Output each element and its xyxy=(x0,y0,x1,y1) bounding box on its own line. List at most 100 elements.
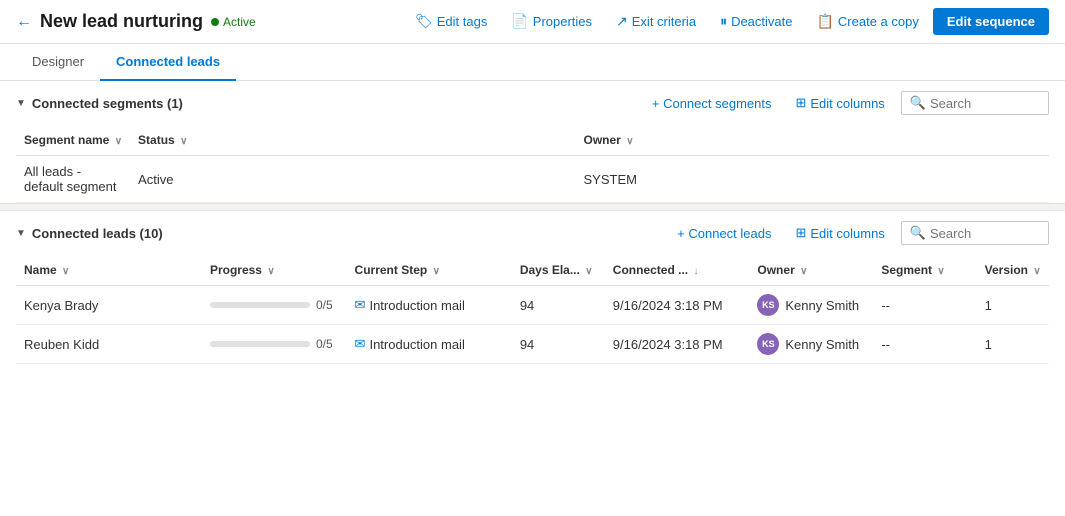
leads-title-text: Connected leads (10) xyxy=(32,226,163,241)
edit-columns-icon: ⊞ xyxy=(795,95,806,111)
back-button[interactable]: ← xyxy=(16,13,32,31)
leads-section: ▼ Connected leads (10) + Connect leads ⊞… xyxy=(0,211,1065,364)
th-current-step: Current Step ∨ xyxy=(347,255,512,286)
deactivate-label: Deactivate xyxy=(731,14,792,29)
connect-leads-button[interactable]: + Connect leads xyxy=(669,222,779,245)
edit-tags-button[interactable]: 🏷 Edit tags xyxy=(405,9,497,34)
lead-progress-cell: 0/5 xyxy=(202,325,347,364)
step-cell: ✉ Introduction mail xyxy=(355,297,504,313)
segments-actions: + Connect segments ⊞ Edit columns 🔍 xyxy=(644,91,1049,115)
email-icon: ✉ xyxy=(355,297,366,313)
days-elapsed-cell: 94 xyxy=(512,286,605,325)
exit-criteria-label: Exit criteria xyxy=(632,14,696,29)
connected-date-cell: 9/16/2024 3:18 PM xyxy=(605,286,750,325)
edit-sequence-button[interactable]: Edit sequence xyxy=(933,8,1049,35)
properties-button[interactable]: 📄 Properties xyxy=(501,9,602,34)
owner-cell: SYSTEM xyxy=(576,156,1050,203)
lead-progress-cell: 0/5 xyxy=(202,286,347,325)
properties-icon: 📄 xyxy=(511,13,528,30)
segments-title-text: Connected segments (1) xyxy=(32,96,183,111)
progress-label: 0/5 xyxy=(316,298,333,312)
create-copy-label: Create a copy xyxy=(838,14,919,29)
segments-section: ▼ Connected segments (1) + Connect segme… xyxy=(0,81,1065,203)
tab-connected-leads[interactable]: Connected leads xyxy=(100,44,236,81)
lead-segment-sort-icon[interactable]: ∨ xyxy=(937,266,944,277)
lead-segment-cell: -- xyxy=(873,286,976,325)
th-days-elapsed: Days Ela... ∨ xyxy=(512,255,605,286)
step-cell: ✉ Introduction mail xyxy=(355,336,504,352)
lead-owner-sort-icon[interactable]: ∨ xyxy=(800,266,807,277)
tab-designer[interactable]: Designer xyxy=(16,44,100,81)
segments-table: Segment name ∨ Status ∨ Owner ∨ All lead… xyxy=(16,125,1049,203)
avatar: KS xyxy=(757,333,779,355)
leads-edit-columns-label: Edit columns xyxy=(810,226,884,241)
exit-icon: ↗ xyxy=(616,13,628,30)
leads-chevron[interactable]: ▼ xyxy=(16,228,26,239)
header-actions: 🏷 Edit tags 📄 Properties ↗ Exit criteria… xyxy=(405,8,1049,35)
lead-name-cell: Kenya Brady xyxy=(16,286,202,325)
deactivate-icon: ⏸ xyxy=(720,13,727,30)
status-label: Active xyxy=(223,15,256,29)
days-sort-icon[interactable]: ∨ xyxy=(585,266,592,277)
segments-chevron[interactable]: ▼ xyxy=(16,98,26,109)
lead-owner-cell: KS Kenny Smith xyxy=(749,286,873,325)
leads-search-box: 🔍 xyxy=(901,221,1049,245)
tab-bar: Designer Connected leads xyxy=(0,44,1065,81)
th-lead-segment: Segment ∨ xyxy=(873,255,976,286)
leads-edit-columns-icon: ⊞ xyxy=(795,225,806,241)
th-progress: Progress ∨ xyxy=(202,255,347,286)
leads-section-header: ▼ Connected leads (10) + Connect leads ⊞… xyxy=(0,211,1065,255)
leads-table-wrap: Name ∨ Progress ∨ Current Step ∨ Days El… xyxy=(0,255,1065,364)
th-segment-name: Segment name ∨ xyxy=(16,125,130,156)
segments-edit-columns-label: Edit columns xyxy=(810,96,884,111)
th-status: Status ∨ xyxy=(130,125,575,156)
progress-sort-icon[interactable]: ∨ xyxy=(267,266,274,277)
current-step-cell: ✉ Introduction mail xyxy=(347,286,512,325)
deactivate-button[interactable]: ⏸ Deactivate xyxy=(710,9,802,34)
leads-table-row: Kenya Brady 0/5 ✉ Introduction mail 94 9… xyxy=(16,286,1049,325)
th-owner: Owner ∨ xyxy=(576,125,1050,156)
top-header: ← New lead nurturing Active 🏷 Edit tags … xyxy=(0,0,1065,44)
lead-name-cell: Reuben Kidd xyxy=(16,325,202,364)
status-badge: Active xyxy=(211,15,256,29)
th-connected-date: Connected ... ↓ xyxy=(605,255,750,286)
table-row: All leads - default segment Active SYSTE… xyxy=(16,156,1049,203)
segment-name-sort-icon[interactable]: ∨ xyxy=(115,136,122,147)
leads-table-row: Reuben Kidd 0/5 ✉ Introduction mail 94 9… xyxy=(16,325,1049,364)
days-elapsed-cell: 94 xyxy=(512,325,605,364)
leads-search-input[interactable] xyxy=(930,226,1040,241)
avatar-wrap: KS Kenny Smith xyxy=(757,294,865,316)
section-divider xyxy=(0,203,1065,211)
segments-table-wrap: Segment name ∨ Status ∨ Owner ∨ All lead… xyxy=(0,125,1065,203)
lead-segment-cell: -- xyxy=(873,325,976,364)
segments-search-box: 🔍 xyxy=(901,91,1049,115)
segments-edit-columns-button[interactable]: ⊞ Edit columns xyxy=(787,91,892,115)
owner-sort-icon[interactable]: ∨ xyxy=(626,136,633,147)
connected-sort-icon[interactable]: ↓ xyxy=(693,266,698,277)
progress-bar-bg xyxy=(210,341,310,347)
owner-name: Kenny Smith xyxy=(785,298,859,313)
progress-bar-bg xyxy=(210,302,310,308)
current-step-cell: ✉ Introduction mail xyxy=(347,325,512,364)
header-left: ← New lead nurturing Active xyxy=(16,11,256,32)
version-sort-icon[interactable]: ∨ xyxy=(1033,266,1040,277)
name-sort-icon[interactable]: ∨ xyxy=(62,266,69,277)
leads-actions: + Connect leads ⊞ Edit columns 🔍 xyxy=(669,221,1049,245)
exit-criteria-button[interactable]: ↗ Exit criteria xyxy=(606,9,706,34)
tag-icon: 🏷 xyxy=(415,13,433,30)
progress-label: 0/5 xyxy=(316,337,333,351)
email-icon: ✉ xyxy=(355,336,366,352)
th-lead-owner: Owner ∨ xyxy=(749,255,873,286)
leads-table: Name ∨ Progress ∨ Current Step ∨ Days El… xyxy=(16,255,1049,364)
th-version: Version ∨ xyxy=(977,255,1049,286)
avatar: KS xyxy=(757,294,779,316)
status-sort-icon[interactable]: ∨ xyxy=(180,136,187,147)
step-sort-icon[interactable]: ∨ xyxy=(433,266,440,277)
connect-segments-button[interactable]: + Connect segments xyxy=(644,92,780,115)
step-name: Introduction mail xyxy=(369,337,464,352)
segments-search-input[interactable] xyxy=(930,96,1040,111)
status-dot xyxy=(211,18,219,26)
leads-edit-columns-button[interactable]: ⊞ Edit columns xyxy=(787,221,892,245)
create-copy-button[interactable]: 📋 Create a copy xyxy=(806,9,928,34)
version-cell: 1 xyxy=(977,325,1049,364)
